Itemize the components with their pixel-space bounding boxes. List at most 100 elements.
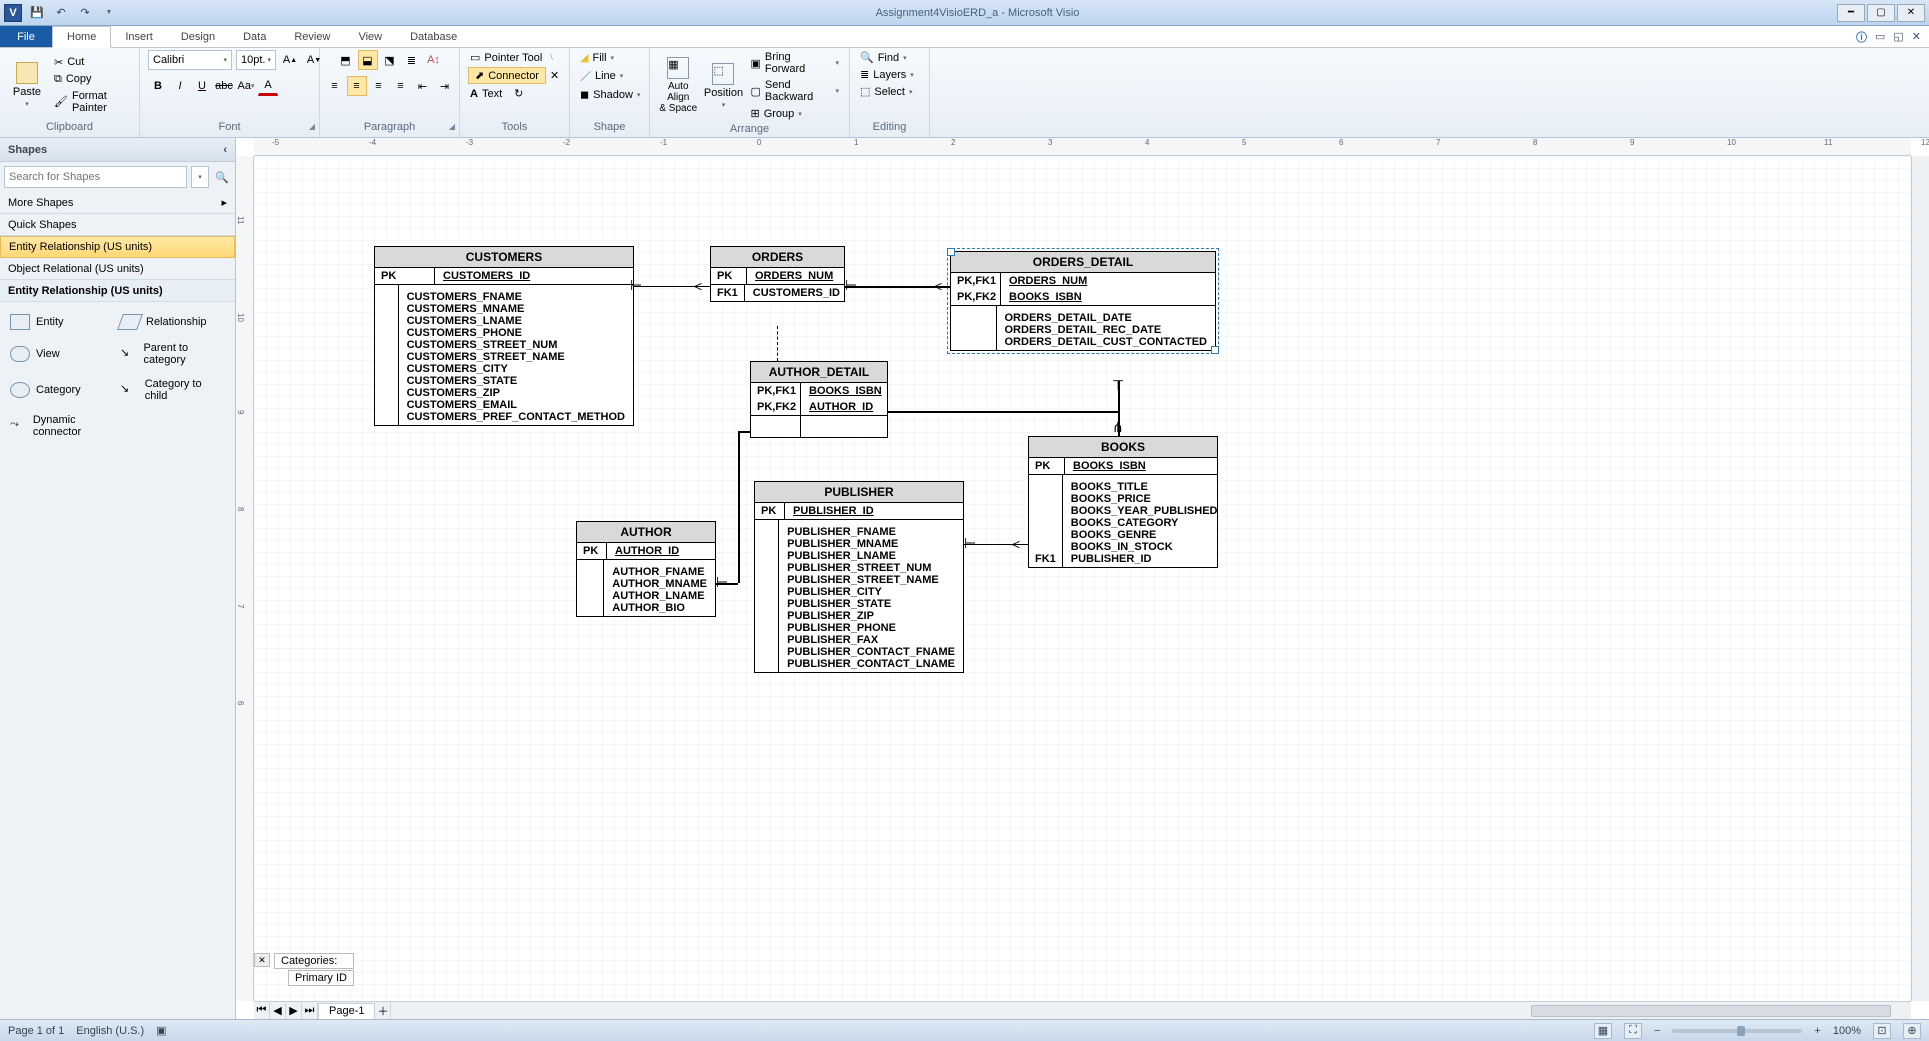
tab-home[interactable]: Home bbox=[52, 26, 111, 48]
align-center-icon[interactable]: ≡ bbox=[347, 76, 367, 96]
justify-icon[interactable]: ≡ bbox=[391, 76, 411, 96]
bold-icon[interactable]: B bbox=[148, 76, 168, 96]
line-button[interactable]: ／Line▾ bbox=[578, 67, 625, 85]
redo-icon[interactable]: ↷ bbox=[76, 4, 94, 22]
shapes-search-go-icon[interactable]: 🔍 bbox=[213, 166, 231, 188]
autoalign-button[interactable]: ▦Auto Align & Space bbox=[658, 57, 698, 114]
tab-design[interactable]: Design bbox=[167, 26, 229, 47]
horizontal-scroll-thumb[interactable] bbox=[1531, 1005, 1891, 1017]
drawing-canvas[interactable]: CUSTOMERS PKCUSTOMERS_ID CUSTOMERS_FNAME… bbox=[254, 156, 1911, 1001]
decrease-indent-icon[interactable]: ⇤ bbox=[413, 76, 433, 96]
rotate-icon[interactable]: ↻ bbox=[514, 87, 523, 100]
ribbon-minimize-icon[interactable]: ▭ bbox=[1875, 30, 1885, 43]
stencil-entity-relationship[interactable]: Entity Relationship (US units) bbox=[0, 236, 235, 258]
entity-author-detail[interactable]: AUTHOR_DETAIL PK,FK1BOOKS_ISBN PK,FK2AUT… bbox=[750, 361, 888, 438]
stencil-object-relational[interactable]: Object Relational (US units) bbox=[0, 258, 235, 280]
shape-relationship[interactable]: Relationship bbox=[116, 308, 226, 336]
font-color-icon[interactable]: A bbox=[258, 76, 278, 96]
zoom-slider[interactable] bbox=[1672, 1029, 1802, 1033]
underline-icon[interactable]: U bbox=[192, 76, 212, 96]
shadow-button[interactable]: ◼Shadow▾ bbox=[578, 87, 642, 102]
tab-insert[interactable]: Insert bbox=[111, 26, 167, 47]
fill-button[interactable]: ◢Fill▾ bbox=[578, 50, 616, 65]
italic-icon[interactable]: I bbox=[170, 76, 190, 96]
zoom-in-button[interactable]: + bbox=[1814, 1025, 1820, 1037]
minimize-button[interactable]: ━ bbox=[1837, 4, 1865, 22]
maximize-button[interactable]: ▢ bbox=[1867, 4, 1895, 22]
entity-customers[interactable]: CUSTOMERS PKCUSTOMERS_ID CUSTOMERS_FNAME… bbox=[374, 246, 634, 426]
shape-entity[interactable]: Entity bbox=[6, 308, 116, 336]
align-right-icon[interactable]: ≡ bbox=[369, 76, 389, 96]
entity-publisher[interactable]: PUBLISHER PKPUBLISHER_ID PUBLISHER_FNAME… bbox=[754, 481, 964, 673]
shapes-search-dropdown[interactable]: ▾ bbox=[191, 166, 209, 188]
shape-category-child[interactable]: ↘Category to child bbox=[116, 372, 226, 408]
font-size-combo[interactable]: 10pt.▾ bbox=[236, 50, 276, 70]
macro-record-icon[interactable]: ▣ bbox=[156, 1024, 166, 1037]
zoom-out-button[interactable]: − bbox=[1654, 1025, 1660, 1037]
more-shapes-row[interactable]: More Shapes▸ bbox=[0, 192, 235, 214]
font-dialog-icon[interactable]: ◢ bbox=[309, 122, 315, 131]
font-family-combo[interactable]: Calibri▾ bbox=[148, 50, 232, 70]
strike-icon[interactable]: abc bbox=[214, 76, 234, 96]
undo-icon[interactable]: ↶ bbox=[52, 4, 70, 22]
grow-font-icon[interactable]: A▲ bbox=[280, 50, 300, 70]
ribbon-restore-icon[interactable]: ◱ bbox=[1893, 30, 1903, 43]
align-bottom-icon[interactable]: ⬔ bbox=[380, 50, 400, 70]
case-icon[interactable]: Aa▾ bbox=[236, 76, 256, 96]
page-prev-button[interactable]: ◀ bbox=[270, 1003, 286, 1019]
rel-orders-authordetail[interactable] bbox=[777, 326, 778, 361]
shape-dynamic-connector[interactable]: ⤳Dynamic connector bbox=[6, 408, 116, 444]
page-first-button[interactable]: ⏮ bbox=[254, 1003, 270, 1019]
layers-button[interactable]: ≣Layers▾ bbox=[858, 67, 916, 82]
page-tab-1[interactable]: Page-1 bbox=[318, 1003, 375, 1019]
page-next-button[interactable]: ▶ bbox=[286, 1003, 302, 1019]
format-painter-button[interactable]: 🖌Format Painter bbox=[52, 89, 131, 115]
text-tool-button[interactable]: AText↻ bbox=[468, 86, 525, 101]
categories-close-icon[interactable]: ✕ bbox=[254, 953, 270, 967]
shape-category[interactable]: Category bbox=[6, 372, 116, 408]
paste-button[interactable]: Paste ▾ bbox=[8, 62, 46, 108]
view-fullscreen-icon[interactable]: ⛶ bbox=[1624, 1023, 1642, 1039]
entity-orders-detail[interactable]: ORDERS_DETAIL PK,FK1ORDERS_NUM PK,FK2BOO… bbox=[950, 251, 1216, 351]
align-middle-icon[interactable]: ⬓ bbox=[358, 50, 378, 70]
qat-menu-icon[interactable]: ▼ bbox=[100, 4, 118, 22]
bullets-icon[interactable]: ≣ bbox=[402, 50, 422, 70]
cut-button[interactable]: ✂Cut bbox=[52, 55, 131, 70]
increase-indent-icon[interactable]: ⇥ bbox=[435, 76, 455, 96]
group-button[interactable]: ⊞Group▾ bbox=[748, 106, 841, 121]
vertical-scrollbar[interactable] bbox=[1911, 156, 1929, 1001]
tab-view[interactable]: View bbox=[344, 26, 396, 47]
view-normal-icon[interactable]: ▦ bbox=[1594, 1023, 1612, 1039]
entity-author[interactable]: AUTHOR PKAUTHOR_ID AUTHOR_FNAME AUTHOR_M… bbox=[576, 521, 716, 617]
connector-close-icon[interactable]: ✕ bbox=[550, 69, 559, 82]
position-button[interactable]: ⬚Position▾ bbox=[704, 63, 742, 109]
align-top-icon[interactable]: ⬒ bbox=[336, 50, 356, 70]
ribbon-close-icon[interactable]: ✕ bbox=[1912, 30, 1921, 43]
paragraph-dialog-icon[interactable]: ◢ bbox=[449, 122, 455, 131]
shapes-search-input[interactable] bbox=[4, 166, 187, 188]
save-icon[interactable]: 💾 bbox=[28, 4, 46, 22]
bring-forward-button[interactable]: ▣Bring Forward▾ bbox=[748, 50, 841, 76]
close-button[interactable]: ✕ bbox=[1897, 4, 1925, 22]
connector-tool-button[interactable]: ⬈Connector bbox=[468, 67, 546, 84]
page-add-button[interactable]: ＋ bbox=[375, 1003, 391, 1019]
tab-data[interactable]: Data bbox=[229, 26, 280, 47]
send-backward-button[interactable]: ▢Send Backward▾ bbox=[748, 78, 841, 104]
shape-parent-category[interactable]: ↘Parent to category bbox=[116, 336, 226, 372]
page-last-button[interactable]: ⏭ bbox=[302, 1003, 318, 1019]
find-button[interactable]: 🔍Find▾ bbox=[858, 50, 909, 65]
rel-authordetail-books[interactable] bbox=[888, 411, 1118, 413]
copy-button[interactable]: ⧉Copy bbox=[52, 72, 131, 87]
quick-shapes-row[interactable]: Quick Shapes bbox=[0, 214, 235, 236]
shapes-collapse-icon[interactable]: ‹ bbox=[223, 144, 227, 156]
fit-window-icon[interactable]: ⊡ bbox=[1873, 1023, 1891, 1039]
ribbon-help-icon[interactable]: ⓘ bbox=[1856, 29, 1867, 45]
pointer-tool-button[interactable]: ▭Pointer Tool⧹ bbox=[468, 50, 555, 65]
text-direction-icon[interactable]: A↕ bbox=[424, 50, 444, 70]
pan-zoom-icon[interactable]: ⊕ bbox=[1903, 1023, 1921, 1039]
align-left-icon[interactable]: ≡ bbox=[325, 76, 345, 96]
tab-review[interactable]: Review bbox=[280, 26, 344, 47]
shape-view[interactable]: View bbox=[6, 336, 116, 372]
entity-orders[interactable]: ORDERS PKORDERS_NUM FK1CUSTOMERS_ID bbox=[710, 246, 845, 302]
entity-books[interactable]: BOOKS PKBOOKS_ISBN FK1 BOOKS_TITLE BOOKS… bbox=[1028, 436, 1218, 568]
